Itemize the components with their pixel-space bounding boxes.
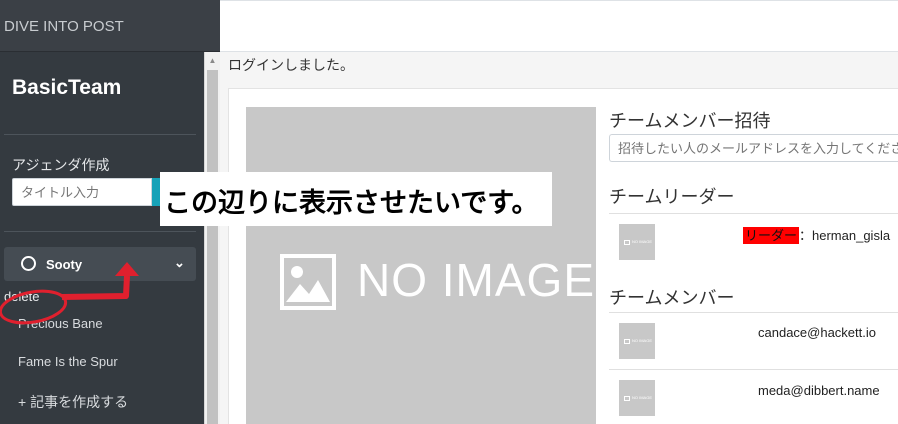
flash-message: ログインしました。 xyxy=(228,57,354,73)
avatar-label: NO IMAGE xyxy=(632,395,653,400)
chevron-down-icon[interactable]: ⌄ xyxy=(174,255,185,271)
sidebar-scrollbar[interactable]: ▲ xyxy=(204,52,220,424)
member-avatar: NO IMAGE xyxy=(619,380,655,416)
row-divider xyxy=(609,312,898,313)
member-email: candace@hackett.io xyxy=(758,325,876,340)
image-placeholder-icon xyxy=(624,396,630,401)
invite-email-input[interactable] xyxy=(609,134,898,162)
image-placeholder-icon xyxy=(280,254,336,310)
brand-logo[interactable]: DIVE INTO POST xyxy=(0,0,220,52)
no-image-text: NO IMAGE xyxy=(357,254,596,306)
scroll-up-icon[interactable]: ▲ xyxy=(205,54,220,68)
annotation-callout: この辺りに表示させたいです。 xyxy=(160,172,552,226)
circle-icon xyxy=(21,256,36,271)
create-article-link[interactable]: + 記事を作成する xyxy=(18,392,128,412)
leader-name: ：herman_gisla xyxy=(799,228,891,243)
invite-title: チームメンバー招待 xyxy=(609,111,771,131)
leader-info: リーダー ：herman_gisla xyxy=(743,225,890,244)
image-placeholder-icon xyxy=(624,339,630,344)
leader-avatar: NO IMAGE xyxy=(619,224,655,260)
row-divider xyxy=(609,369,898,370)
sidebar-item-article[interactable]: Precious Bane xyxy=(18,316,103,331)
member-avatar: NO IMAGE xyxy=(619,323,655,359)
scrollbar-thumb[interactable] xyxy=(207,70,218,424)
leader-title: チームリーダー xyxy=(609,187,735,207)
sidebar-divider xyxy=(4,231,196,232)
image-placeholder-icon xyxy=(624,240,630,245)
sidebar-item-article[interactable]: Fame Is the Spur xyxy=(18,354,118,369)
annotation-text: この辺りに表示させたいです。 xyxy=(164,188,539,218)
team-name: BasicTeam xyxy=(12,76,122,99)
members-title: チームメンバー xyxy=(609,288,735,308)
member-email: meda@dibbert.name xyxy=(758,383,880,398)
leader-badge: リーダー xyxy=(743,227,800,244)
avatar-label: NO IMAGE xyxy=(632,338,653,343)
sidebar-content: BasicTeam アジェンダ作成 Sooty ⌄ delete Preciou… xyxy=(0,52,204,424)
agenda-item-sooty[interactable]: Sooty ⌄ xyxy=(4,247,196,281)
agenda-item-label: Sooty xyxy=(46,257,83,272)
avatar-label: NO IMAGE xyxy=(632,239,653,244)
app-window: DIVE INTO POST BasicTeam アジェンダ作成 Sooty ⌄… xyxy=(0,0,898,424)
team-image: NO IMAGE xyxy=(246,107,596,424)
agenda-title-input[interactable] xyxy=(12,178,152,206)
sidebar-divider xyxy=(4,134,196,135)
agenda-label: アジェンダ作成 xyxy=(12,157,110,173)
top-navbar xyxy=(220,0,898,52)
row-divider xyxy=(609,213,898,214)
delete-link[interactable]: delete xyxy=(4,289,39,304)
